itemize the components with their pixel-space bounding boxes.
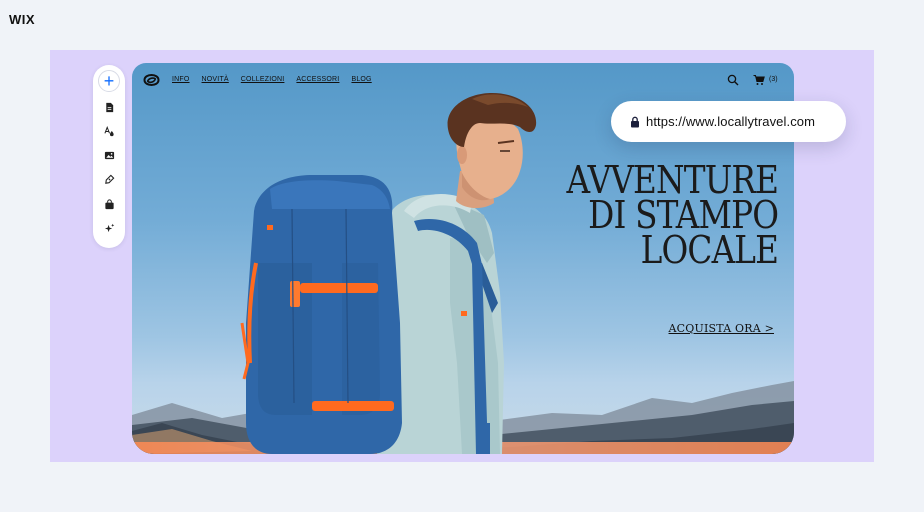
sparkle-icon[interactable] <box>98 217 120 239</box>
site-header: INFO NOVITÀ COLLEZIONI ACCESSORI BLOG (3… <box>132 63 794 97</box>
url-text: https://www.locallytravel.com <box>646 114 816 129</box>
shop-now-link[interactable]: ACQUISTA ORA > <box>669 322 774 335</box>
hero-headline: AVVENTURE DI STAMPO LOCALE <box>566 161 779 272</box>
bag-icon[interactable] <box>98 193 120 215</box>
add-icon[interactable]: + <box>98 70 120 92</box>
site-logo-icon[interactable] <box>143 74 160 86</box>
editor-toolbar: + <box>93 65 125 248</box>
nav-link-accessori[interactable]: ACCESSORI <box>296 76 339 83</box>
nav-link-info[interactable]: INFO <box>172 76 190 83</box>
site-nav: INFO NOVITÀ COLLEZIONI ACCESSORI BLOG <box>172 76 384 83</box>
nav-link-novita[interactable]: NOVITÀ <box>202 76 229 83</box>
search-icon[interactable] <box>727 74 739 86</box>
nav-link-blog[interactable]: BLOG <box>351 76 371 83</box>
nav-link-collezioni[interactable]: COLLEZIONI <box>241 76 285 83</box>
cart-count: (3) <box>769 76 778 83</box>
url-bar[interactable]: https://www.locallytravel.com <box>611 101 846 142</box>
hero-headline-line: LOCALE <box>640 228 778 272</box>
wix-logo: WIX <box>9 12 36 27</box>
lock-icon <box>631 116 639 127</box>
text-style-icon[interactable] <box>98 120 120 142</box>
image-icon[interactable] <box>98 145 120 167</box>
cart-icon[interactable] <box>753 74 765 86</box>
pen-icon[interactable] <box>98 169 120 191</box>
page-icon[interactable] <box>98 96 120 118</box>
